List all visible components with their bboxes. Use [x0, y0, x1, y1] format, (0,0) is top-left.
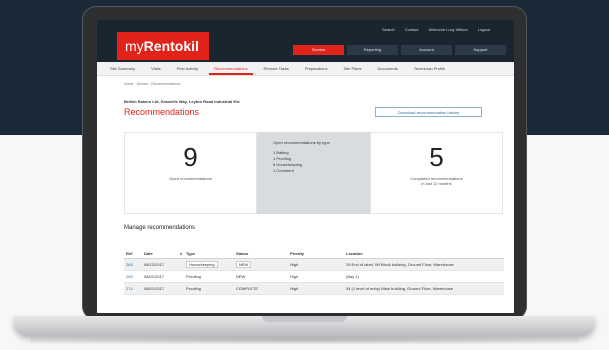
top-links: Search Contact Welcome Lucy Wilson Logou…	[382, 27, 490, 32]
completed-label-line2: in last 12 months	[421, 181, 452, 186]
col-date[interactable]: Date	[144, 251, 180, 256]
row-type: Proofing	[186, 286, 201, 291]
completed-recommendations-card: 5 Completed recommendations in last 12 mo…	[370, 132, 503, 214]
main-nav-support[interactable]: Support	[455, 45, 506, 55]
breadcrumb[interactable]: Home · Service · Recommendations	[124, 82, 180, 86]
page-title: Recommendations	[124, 107, 200, 117]
row-priority: High	[290, 286, 299, 291]
completed-count: 5	[429, 142, 444, 172]
main-nav-service[interactable]: Service	[293, 45, 344, 55]
table-row[interactable]: 265 08/12/2017 Housekeeping NEW High 29 …	[124, 259, 504, 271]
row-date: 08/01/2017	[144, 286, 165, 291]
type-pill: Housekeeping	[186, 260, 218, 268]
row-ref-link[interactable]: 265	[124, 274, 144, 279]
row-priority: High	[290, 274, 299, 279]
tab-recommendations[interactable]: Recommendations	[209, 62, 253, 75]
row-location: 29 End of label, Wt Block building, Grou…	[346, 262, 454, 267]
open-label: Open recommendations	[169, 176, 212, 181]
row-ref-link[interactable]: 265	[124, 262, 144, 267]
row-date: 08/12/2017	[144, 262, 165, 267]
open-recommendations-card: 9 Open recommendations	[124, 132, 257, 214]
row-priority: High	[290, 262, 299, 267]
tab-site-summary[interactable]: Site Summary	[105, 62, 140, 75]
tab-remote-tasks[interactable]: Remote Tasks	[259, 62, 294, 75]
row-location: 34 (1 level of entry) Main building, Gro…	[346, 286, 454, 291]
download-history-button[interactable]: Download recommendation history	[375, 107, 482, 117]
main-nav: Service Reporting Account Support	[293, 45, 506, 55]
sub-nav: Site Summary Visits Pest Activity Recomm…	[97, 62, 514, 76]
row-type: Proofing	[186, 274, 201, 279]
laptop-shadow	[30, 336, 579, 344]
contact-link[interactable]: Contact	[405, 27, 419, 32]
by-type-title: Open recommendations by type	[273, 140, 330, 145]
row-status: COMPLETE	[236, 286, 259, 291]
logo-brand: Rentokil	[143, 38, 199, 54]
site-address: British Rakers Ltd, Granville Way, Leyto…	[124, 99, 240, 104]
table-row[interactable]: 265 08/01/2017 Proofing NEW High (Bay 1)	[124, 271, 504, 283]
open-by-type-card: Open recommendations by type 1 Baiting 1…	[257, 132, 370, 214]
myrentokil-logo[interactable]: myRentokil	[117, 32, 209, 60]
laptop-screen: myRentokil Search Contact Welcome Lucy W…	[97, 20, 514, 313]
top-bar: myRentokil Search Contact Welcome Lucy W…	[97, 20, 514, 62]
manage-recommendations-title: Manage recommendations	[124, 225, 196, 231]
row-type: Housekeeping	[186, 260, 236, 269]
open-count: 9	[183, 142, 198, 172]
tab-pest-activity[interactable]: Pest Activity	[172, 62, 204, 75]
status-pill: NEW	[236, 260, 252, 268]
col-status[interactable]: Status	[236, 251, 290, 256]
welcome-user-link[interactable]: Welcome Lucy Wilson	[428, 27, 467, 32]
col-priority[interactable]: Priority	[290, 251, 346, 256]
tab-site-plans[interactable]: Site Plans	[339, 62, 367, 75]
main-nav-account[interactable]: Account	[401, 45, 452, 55]
completed-label: Completed recommendations in last 12 mont…	[371, 176, 502, 186]
logout-link[interactable]: Logout	[478, 27, 490, 32]
laptop-notch	[262, 316, 347, 322]
tab-technician-profile[interactable]: Technician Profile	[409, 62, 450, 75]
row-status: NEW	[236, 260, 290, 269]
recommendations-table: Ref Date v Type Status Priority Location…	[124, 248, 504, 295]
col-location[interactable]: Location	[346, 251, 504, 256]
col-type[interactable]: Type	[186, 251, 236, 256]
logo-prefix: my	[125, 38, 144, 54]
tab-visits[interactable]: Visits	[146, 62, 165, 75]
table-header: Ref Date v Type Status Priority Location	[124, 248, 504, 259]
row-date: 08/01/2017	[144, 274, 165, 279]
table-row[interactable]: 274 08/01/2017 Proofing COMPLETE High 34…	[124, 283, 504, 295]
row-status: NEW	[236, 274, 246, 279]
row-ref-link[interactable]: 274	[124, 286, 144, 291]
search-link[interactable]: Search	[382, 27, 395, 32]
main-nav-reporting[interactable]: Reporting	[347, 45, 398, 55]
row-location: (Bay 1)	[346, 274, 359, 279]
by-type-item: 1 Comment	[273, 168, 294, 173]
tab-documents[interactable]: Documents	[373, 62, 403, 75]
col-ref[interactable]: Ref	[124, 251, 144, 256]
tab-preparations[interactable]: Preparations	[300, 62, 333, 75]
